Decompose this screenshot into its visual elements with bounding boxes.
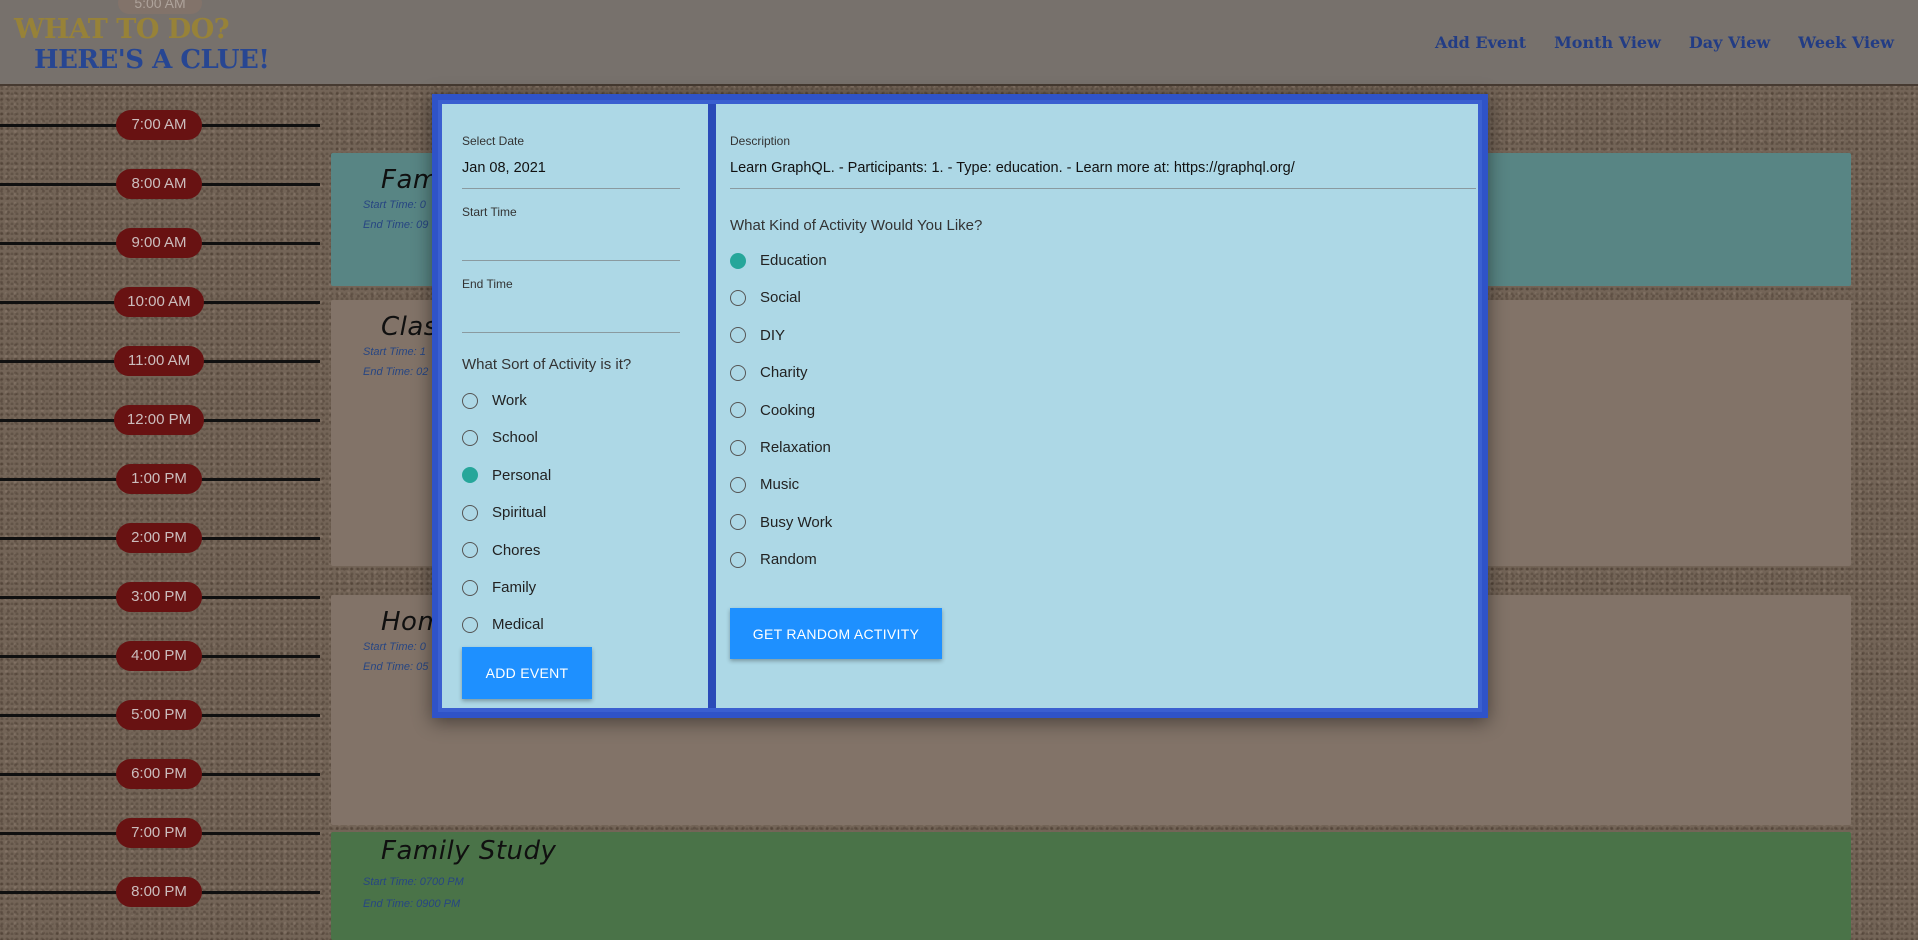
radio-circle-icon[interactable] [462, 392, 478, 409]
description-input[interactable]: Learn GraphQL. - Participants: 1. - Type… [730, 160, 1295, 176]
activity-type-radio-work[interactable]: Work [462, 392, 527, 409]
radio-label: DIY [760, 326, 786, 344]
activity-kind-radio-random[interactable]: Random [730, 551, 817, 568]
radio-label: Family [492, 579, 537, 596]
activity-type-radio-spiritual[interactable]: Spiritual [462, 504, 546, 521]
end-time-label: End Time [462, 277, 513, 291]
radio-label: Personal [492, 466, 552, 484]
activity-type-radio-chores[interactable]: Chores [462, 542, 540, 559]
activity-kind-radio-charity[interactable]: Charity [730, 364, 808, 381]
end-time-input[interactable] [462, 332, 680, 333]
add-event-modal: Select Date Jan 08, 2021 Start Time End … [432, 94, 1488, 718]
activity-suggest-panel: Description Learn GraphQL. - Participant… [716, 104, 1478, 708]
activity-kind-radio-music[interactable]: Music [730, 476, 799, 493]
description-underline [730, 188, 1476, 189]
radio-label: School [492, 429, 538, 447]
radio-label: Medical [492, 616, 544, 634]
radio-label: Charity [760, 364, 808, 382]
activity-kind-radio-cooking[interactable]: Cooking [730, 402, 815, 419]
radio-circle-icon[interactable] [730, 364, 746, 381]
radio-label: Social [760, 289, 801, 307]
activity-kind-question: What Kind of Activity Would You Like? [730, 217, 983, 234]
radio-circle-icon[interactable] [462, 542, 478, 559]
radio-circle-icon[interactable] [462, 467, 478, 484]
radio-label: Work [492, 392, 527, 409]
date-label: Select Date [462, 134, 525, 148]
activity-kind-radio-education[interactable]: Education [730, 252, 827, 269]
radio-circle-icon[interactable] [462, 429, 478, 446]
activity-kind-radio-diy[interactable]: DIY [730, 327, 785, 344]
date-underline [462, 188, 680, 189]
start-time-label: Start Time [462, 205, 517, 219]
panel-divider [708, 104, 716, 708]
radio-label: Busy Work [760, 513, 833, 531]
radio-label: Education [760, 252, 827, 269]
activity-type-radio-family[interactable]: Family [462, 579, 536, 596]
activity-kind-radio-relaxation[interactable]: Relaxation [730, 439, 831, 456]
radio-circle-icon[interactable] [730, 439, 746, 456]
get-random-activity-button[interactable]: GET RANDOM ACTIVITY [730, 608, 942, 659]
radio-circle-icon[interactable] [730, 327, 746, 344]
radio-circle-icon[interactable] [730, 551, 746, 568]
activity-type-question: What Sort of Activity is it? [462, 356, 632, 373]
description-label: Description [730, 134, 791, 148]
radio-circle-icon[interactable] [462, 579, 478, 596]
radio-circle-icon[interactable] [462, 504, 478, 521]
activity-type-radio-personal[interactable]: Personal [462, 467, 551, 484]
radio-circle-icon[interactable] [730, 514, 746, 531]
radio-label: Cooking [760, 401, 816, 419]
radio-circle-icon[interactable] [730, 476, 746, 493]
start-time-input[interactable] [462, 260, 680, 261]
activity-type-radio-medical[interactable]: Medical [462, 616, 544, 633]
radio-circle-icon[interactable] [730, 402, 746, 419]
radio-label: Music [760, 476, 800, 494]
radio-circle-icon[interactable] [462, 616, 478, 633]
radio-label: Spiritual [492, 504, 547, 522]
activity-kind-radio-busy-work[interactable]: Busy Work [730, 514, 832, 531]
activity-kind-radio-social[interactable]: Social [730, 289, 801, 306]
radio-circle-icon[interactable] [730, 252, 746, 269]
add-event-button[interactable]: ADD EVENT [462, 647, 592, 699]
radio-circle-icon[interactable] [730, 289, 746, 306]
activity-type-radio-school[interactable]: School [462, 429, 538, 446]
radio-label: Chores [492, 541, 541, 559]
date-input[interactable]: Jan 08, 2021 [462, 160, 546, 176]
radio-label: Random [760, 551, 817, 569]
event-form-panel: Select Date Jan 08, 2021 Start Time End … [442, 104, 708, 708]
radio-label: Relaxation [760, 439, 831, 456]
